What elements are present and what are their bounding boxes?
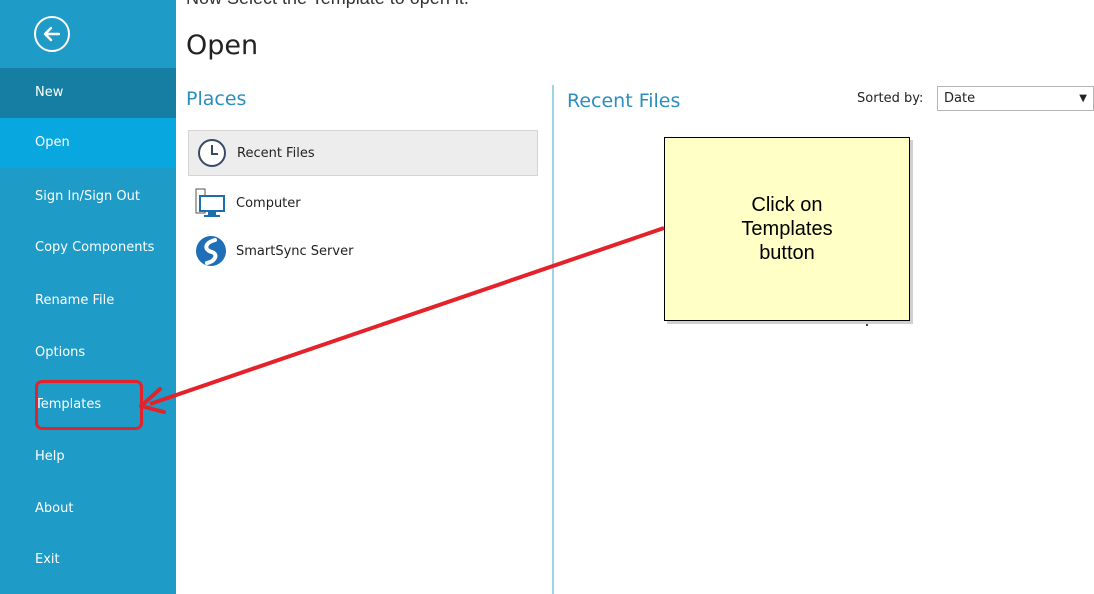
templates-highlight-box: [35, 380, 143, 430]
annotation-arrow: [139, 226, 665, 414]
